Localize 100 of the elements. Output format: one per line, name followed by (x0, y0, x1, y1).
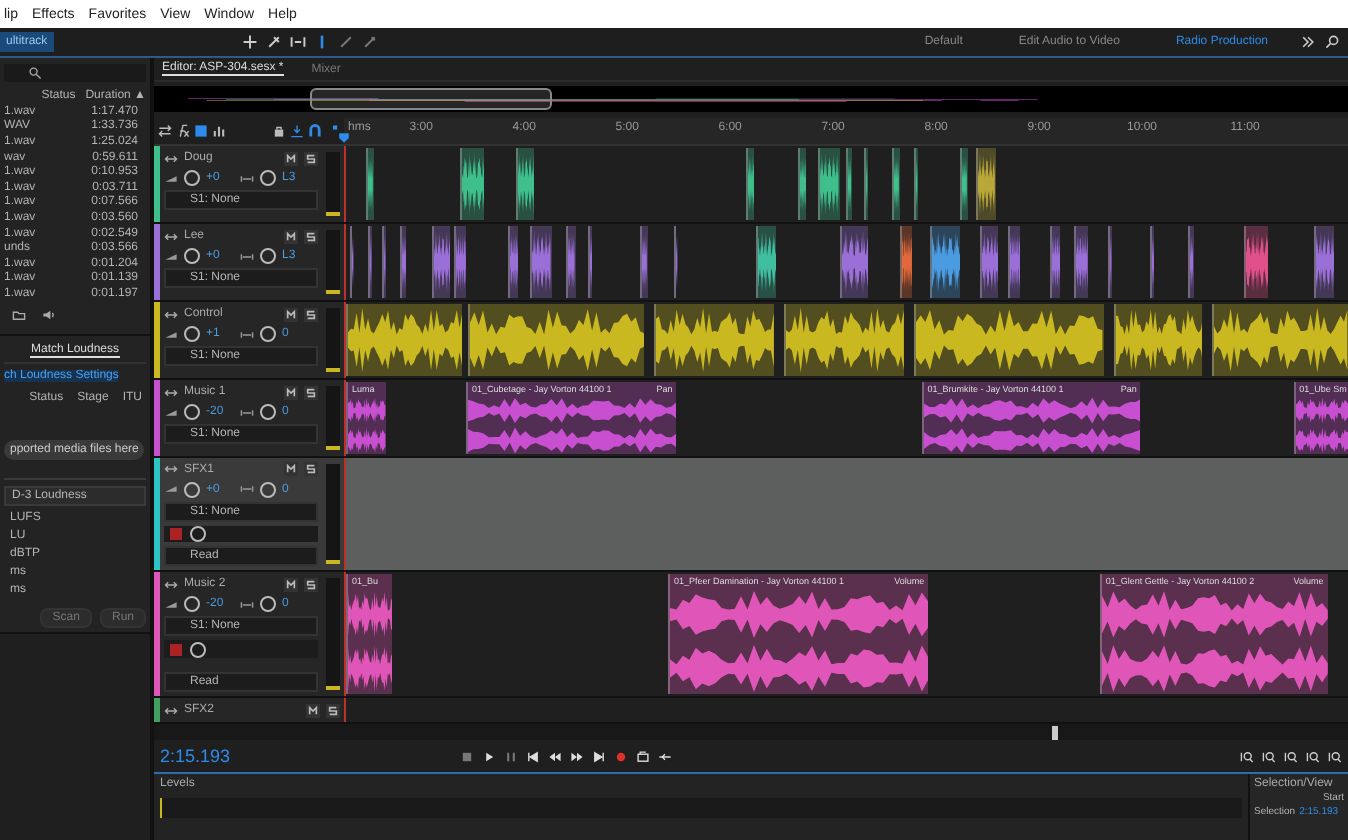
pan-knob[interactable] (260, 326, 276, 342)
volume-knob[interactable] (184, 170, 200, 186)
magnet-icon[interactable] (308, 124, 322, 138)
drag-handle-icon[interactable] (164, 579, 178, 589)
drag-handle-icon[interactable] (164, 464, 178, 475)
rewind-icon[interactable] (548, 749, 562, 763)
drag-handle-icon[interactable] (164, 309, 178, 319)
pan-knob[interactable] (260, 596, 276, 612)
zoom-icon[interactable] (1284, 749, 1298, 763)
drag-handle-icon[interactable] (164, 231, 178, 241)
audio-clip[interactable] (587, 226, 593, 298)
record-icon[interactable] (614, 749, 628, 763)
audio-clip[interactable] (566, 226, 576, 298)
audio-clip[interactable] (381, 226, 386, 298)
audio-clip[interactable] (784, 304, 905, 376)
audio-clip[interactable] (1008, 226, 1021, 298)
zoom-icon[interactable] (1240, 749, 1254, 763)
audio-clip[interactable] (976, 148, 996, 220)
stop-icon[interactable] (460, 749, 474, 763)
audio-clip[interactable] (960, 148, 968, 220)
audio-clip[interactable] (399, 226, 406, 298)
audio-clip[interactable] (1188, 226, 1194, 298)
audio-clip[interactable] (1212, 304, 1348, 376)
audio-clip[interactable] (979, 226, 999, 298)
audio-clip[interactable] (654, 304, 775, 376)
lock-icon[interactable] (272, 124, 286, 138)
audio-clip[interactable] (515, 148, 535, 220)
send-knob[interactable] (190, 525, 206, 542)
solo-button[interactable] (304, 577, 318, 591)
solo-button[interactable] (304, 462, 318, 477)
solo-button[interactable] (326, 703, 340, 717)
mute-button[interactable] (284, 307, 298, 321)
solo-button[interactable] (304, 307, 318, 321)
audio-clip[interactable] (1113, 304, 1203, 376)
pan-knob[interactable] (260, 481, 276, 498)
audio-clip[interactable] (346, 304, 463, 376)
mute-button[interactable] (284, 151, 298, 165)
pan-knob[interactable] (260, 404, 276, 420)
solo-button[interactable] (304, 229, 318, 243)
move-tool-icon[interactable] (241, 34, 258, 50)
audio-clip[interactable] (846, 148, 852, 220)
audio-clip[interactable] (1313, 226, 1335, 298)
audio-clip[interactable] (755, 226, 776, 298)
record-icon[interactable] (170, 527, 182, 540)
audio-clip[interactable] (914, 148, 919, 220)
skip-back-icon[interactable] (526, 749, 540, 763)
audio-clip[interactable] (745, 148, 754, 220)
audio-clip[interactable] (366, 148, 374, 220)
audio-clip[interactable] (640, 226, 648, 298)
volume-knob[interactable] (184, 596, 200, 612)
drag-handle-icon[interactable] (164, 387, 178, 397)
search-icon[interactable] (1324, 34, 1340, 50)
mute-button[interactable] (284, 577, 298, 591)
audio-clip[interactable] (530, 226, 552, 298)
swap-icon[interactable] (158, 124, 172, 138)
audio-clip[interactable] (1243, 226, 1268, 298)
audio-clip[interactable] (507, 226, 518, 298)
fast-forward-icon[interactable] (570, 749, 584, 763)
mute-button[interactable] (284, 385, 298, 399)
meter-icon[interactable] (212, 124, 226, 138)
audio-clip[interactable] (864, 148, 869, 220)
pan-knob[interactable] (260, 248, 276, 264)
audio-clip[interactable] (1049, 226, 1061, 298)
audio-clip[interactable] (900, 226, 913, 298)
skip-selection-icon[interactable] (658, 749, 672, 763)
record-icon[interactable] (170, 643, 182, 655)
audio-clip[interactable] (1149, 226, 1155, 298)
volume-knob[interactable] (184, 326, 200, 342)
sends-icon[interactable] (194, 124, 208, 138)
more-icon[interactable] (1300, 34, 1316, 50)
audio-clip[interactable] (431, 226, 451, 298)
mute-button[interactable] (306, 703, 320, 717)
volume-knob[interactable] (184, 248, 200, 264)
loop-icon[interactable] (636, 749, 650, 763)
folder-icon[interactable] (12, 307, 26, 322)
drag-handle-icon[interactable] (164, 153, 178, 163)
send-knob[interactable] (190, 641, 206, 657)
session-overview[interactable] (154, 86, 1348, 112)
razor-tool-icon[interactable] (265, 34, 282, 50)
scrollbar-thumb[interactable] (1052, 725, 1058, 739)
audio-clip[interactable] (798, 148, 807, 220)
search-icon[interactable] (28, 66, 42, 80)
slip-tool-icon[interactable] (289, 34, 306, 50)
speaker-icon[interactable] (42, 307, 56, 322)
mute-button[interactable] (284, 462, 298, 477)
zoom-icon[interactable] (1328, 749, 1342, 763)
mute-button[interactable] (284, 229, 298, 243)
audio-clip[interactable] (930, 226, 961, 298)
drag-handle-icon[interactable] (164, 705, 178, 715)
overview-viewport-handle[interactable] (309, 88, 552, 110)
zoom-icon[interactable] (1306, 749, 1320, 763)
pan-knob[interactable] (260, 170, 276, 186)
input-icon[interactable] (290, 124, 304, 138)
audio-clip[interactable] (1073, 226, 1088, 298)
audio-clip[interactable] (453, 226, 466, 298)
audio-clip[interactable] (459, 148, 483, 220)
skip-forward-icon[interactable] (592, 749, 606, 763)
zoom-icon[interactable] (1262, 749, 1276, 763)
effects-icon[interactable] (176, 124, 190, 138)
solo-button[interactable] (304, 385, 318, 399)
